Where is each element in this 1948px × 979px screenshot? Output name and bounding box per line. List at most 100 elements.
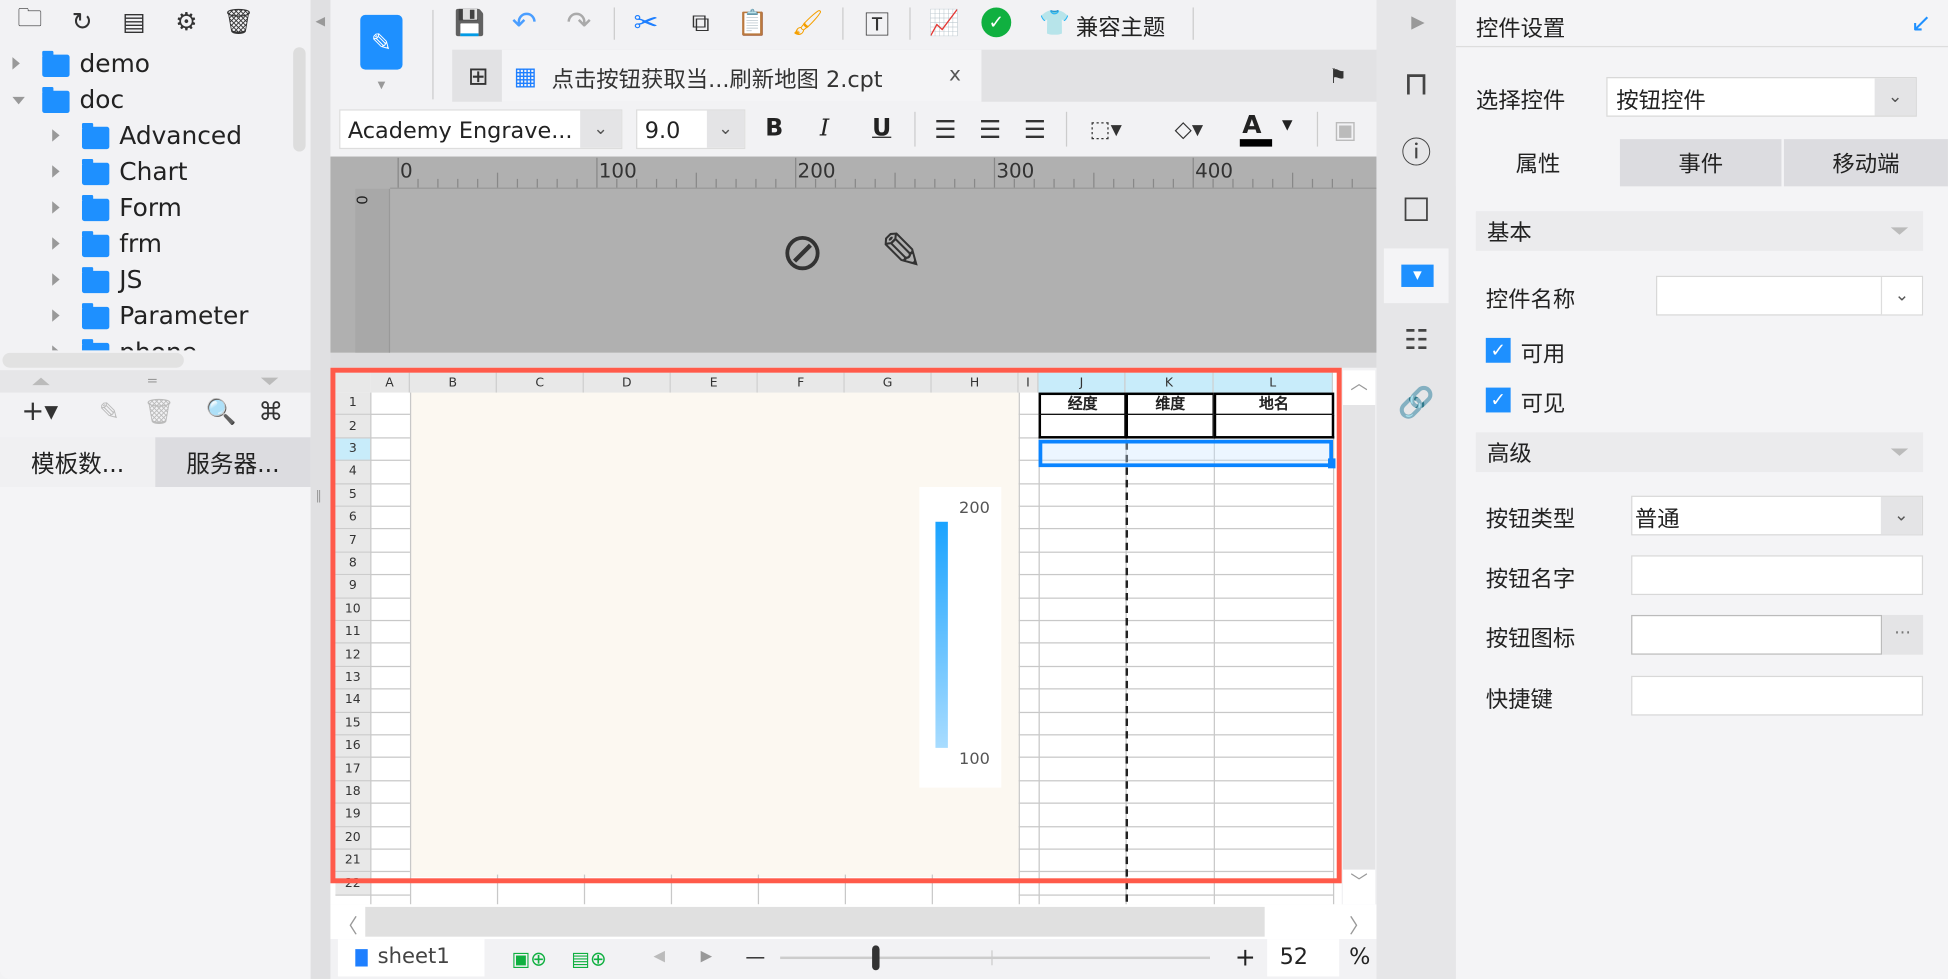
add-dataset-icon[interactable]: +▾ <box>15 395 65 427</box>
selected-range-J3-L3[interactable] <box>1038 439 1333 468</box>
row-header-7[interactable]: 7 <box>335 529 371 553</box>
button-icon-input[interactable] <box>1631 614 1883 655</box>
cell-attribute-icon[interactable]: ⊓ <box>1396 65 1436 105</box>
underline-button[interactable]: U <box>872 114 891 141</box>
copy-icon[interactable]: ⧉ <box>683 5 718 40</box>
tree-item-parameter[interactable]: Parameter <box>0 298 291 334</box>
tab-file[interactable]: ▦ 点击按钮获取当...刷新地图 2.cpt x <box>501 49 982 102</box>
theme-label[interactable]: 兼容主题 <box>1076 10 1165 42</box>
undo-icon[interactable]: ↶ <box>507 5 542 40</box>
bold-button[interactable]: B <box>765 114 783 141</box>
column-header-c[interactable]: C <box>496 372 584 393</box>
tree-item-chart[interactable]: Chart <box>0 154 291 190</box>
section-basic[interactable]: 基本 <box>1475 211 1924 251</box>
tab-properties[interactable]: 属性 <box>1455 139 1620 187</box>
settings-icon[interactable]: ⚙ <box>169 5 204 37</box>
column-header-i[interactable]: I <box>1018 372 1039 393</box>
hidden-eye-icon[interactable]: ⊘ <box>765 216 840 286</box>
button-name-input[interactable] <box>1631 555 1924 596</box>
row-header-2[interactable]: 2 <box>335 415 371 439</box>
column-header-j[interactable]: J <box>1038 372 1126 393</box>
collapse-panel-icon[interactable]: ↙ <box>1911 7 1932 37</box>
add-dashboard-sheet-icon[interactable]: ▤⊕ <box>564 942 614 974</box>
caret-right-icon[interactable] <box>52 201 60 214</box>
caret-right-icon[interactable] <box>52 165 60 178</box>
row-header-10[interactable]: 10 <box>335 598 371 622</box>
data-cell[interactable] <box>1125 414 1215 439</box>
save-icon[interactable]: 💾 <box>452 5 487 40</box>
header-cell-J1[interactable]: 经度 <box>1038 392 1127 417</box>
connection-icon[interactable]: ⌘ <box>253 395 288 427</box>
row-header-19[interactable]: 19 <box>335 804 371 827</box>
format-painter-icon[interactable]: 🖌 <box>790 5 825 40</box>
row-header-3[interactable]: 3 <box>335 438 371 462</box>
tree-item-phone[interactable]: phone <box>0 334 291 351</box>
visible-checkbox[interactable]: ✓ <box>1485 387 1511 413</box>
cut-icon[interactable]: ✂ <box>629 5 664 40</box>
header-cell-L1[interactable]: 地名 <box>1213 392 1335 417</box>
caret-down-icon[interactable] <box>12 96 25 105</box>
float-element-icon[interactable]: ☐ <box>1396 191 1436 231</box>
tab-events[interactable]: 事件 <box>1619 139 1782 187</box>
left-collapse-handle[interactable]: ◀ ‖ <box>310 0 331 979</box>
row-header-5[interactable]: 5 <box>335 483 371 507</box>
column-header-a[interactable]: A <box>370 372 410 393</box>
row-header-16[interactable]: 16 <box>335 735 371 759</box>
align-center-icon[interactable]: ☰ <box>974 112 1006 147</box>
row-header-9[interactable]: 9 <box>335 575 371 599</box>
align-left-icon[interactable]: ☰ <box>929 112 961 147</box>
tab-menu-icon[interactable]: ⚑ <box>1324 62 1351 89</box>
hyperlink-icon[interactable]: 🔗 <box>1396 383 1436 423</box>
column-header-e[interactable]: E <box>670 372 758 393</box>
zoom-slider-handle[interactable] <box>872 945 880 971</box>
row-header-21[interactable]: 21 <box>335 849 371 873</box>
dataset-tab-server[interactable]: 服务器... <box>155 437 311 487</box>
tree-item-advanced[interactable]: Advanced <box>0 118 291 154</box>
font-size-select[interactable]: 9.0 ⌄ <box>636 109 746 150</box>
tree-item-form[interactable]: Form <box>0 190 291 226</box>
browse-icon-button[interactable]: ··· <box>1882 614 1924 655</box>
tree-item-frm[interactable]: frm <box>0 226 291 262</box>
cell-info-icon[interactable]: ⓘ <box>1396 129 1436 170</box>
column-header-d[interactable]: D <box>583 372 671 393</box>
paste-icon[interactable]: 📋 <box>735 5 770 40</box>
sheet-tab[interactable]: sheet1 <box>337 939 485 977</box>
header-cell-K1[interactable]: 维度 <box>1125 392 1215 417</box>
font-color-button[interactable]: A ▼ <box>1239 109 1302 149</box>
caret-right-icon[interactable] <box>52 273 60 286</box>
sheet-corner[interactable] <box>335 372 371 393</box>
row-header-11[interactable]: 11 <box>335 621 371 644</box>
zoom-input[interactable]: 52 <box>1267 939 1340 977</box>
column-header-l[interactable]: L <box>1213 372 1333 393</box>
text-search-icon[interactable]: 🅃 <box>860 5 895 40</box>
row-header-1[interactable]: 1 <box>335 392 371 416</box>
new-sheet-icon[interactable]: ⊞ <box>462 60 494 92</box>
refresh-icon[interactable]: ↻ <box>65 5 100 37</box>
data-cell[interactable] <box>1038 414 1127 439</box>
tree-item-demo[interactable]: demo <box>0 46 291 82</box>
row-header-15[interactable]: 15 <box>335 712 371 736</box>
row-header-13[interactable]: 13 <box>335 666 371 690</box>
sheet-vscrollbar[interactable]: ︿ ﹀ <box>1342 370 1376 905</box>
widget-settings-tab[interactable]: ▼ <box>1383 248 1449 304</box>
properties-icon[interactable]: ▤ <box>117 5 152 37</box>
data-cell[interactable] <box>1213 414 1335 439</box>
widget-name-input[interactable]: ⌄ <box>1655 275 1924 316</box>
condition-icon[interactable]: ☷ <box>1396 321 1436 361</box>
caret-right-icon[interactable] <box>52 129 60 142</box>
add-report-sheet-icon[interactable]: ▣⊕ <box>504 942 554 974</box>
row-header-22[interactable]: 22 <box>335 872 371 896</box>
preview-chart-icon[interactable]: 📈 <box>927 5 962 40</box>
select-widget-dropdown[interactable]: 按钮控件 ⌄ <box>1606 77 1917 117</box>
caret-right-icon[interactable] <box>12 57 20 70</box>
fill-color-icon[interactable]: ◇▾ <box>1158 112 1220 147</box>
tree-hscrollbar[interactable] <box>2 352 184 368</box>
tree-item-doc[interactable]: doc <box>0 82 291 118</box>
column-header-g[interactable]: G <box>844 372 932 393</box>
border-icon[interactable]: ⬚▾ <box>1078 112 1133 147</box>
zoom-slider[interactable] <box>780 945 1211 971</box>
expand-icon[interactable]: ▶ <box>1411 12 1424 32</box>
font-select[interactable]: Academy Engrave... ⌄ <box>339 109 623 150</box>
sheet-hscrollbar[interactable]: 〈 〉 <box>330 904 1377 940</box>
splitter[interactable]: = <box>0 370 311 393</box>
